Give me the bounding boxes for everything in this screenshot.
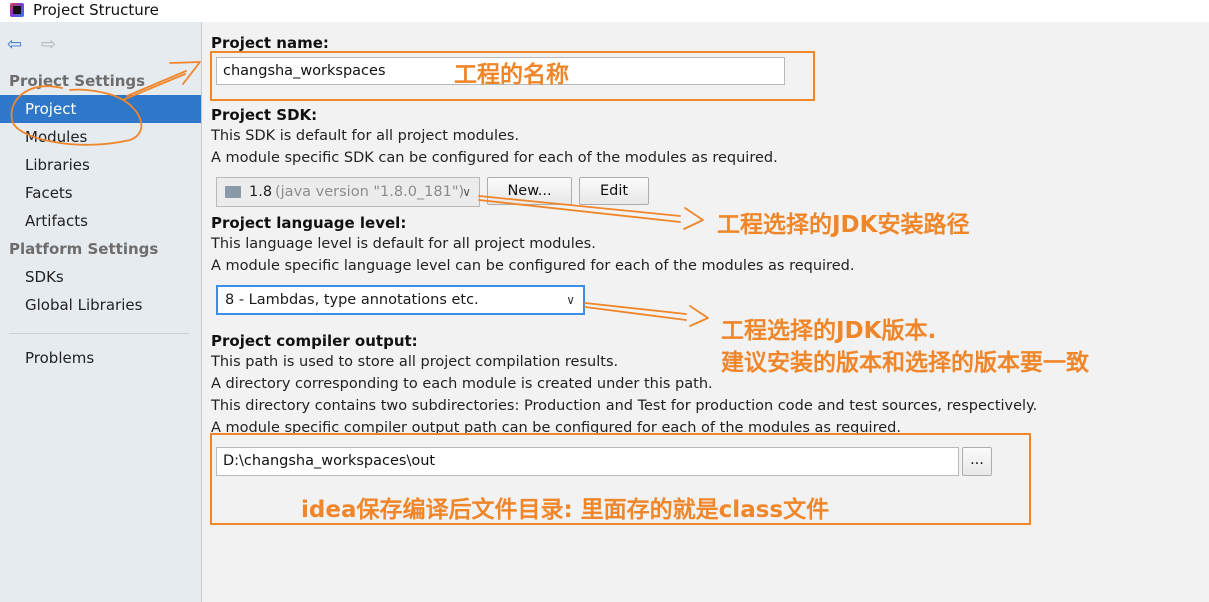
annotation-jdk-version: 工程选择的JDK版本. xyxy=(721,318,937,344)
output-description-2: A directory corresponding to each module… xyxy=(211,376,713,392)
project-sdk-label: Project SDK: xyxy=(211,106,318,124)
back-arrow-icon[interactable]: ⇦ xyxy=(7,36,22,54)
sidebar-divider xyxy=(9,333,189,334)
intellij-app-icon xyxy=(10,3,24,17)
language-level-value: 8 - Lambdas, type annotations etc. xyxy=(225,292,479,308)
new-sdk-button[interactable]: New... xyxy=(487,177,572,205)
annotation-output-dir: idea保存编译后文件目录: 里面存的就是class文件 xyxy=(301,497,830,523)
section-platform-settings: Platform Settings xyxy=(9,240,159,258)
sdk-description-2: A module specific SDK can be configured … xyxy=(211,150,778,166)
window-title: Project Structure xyxy=(33,1,159,19)
sdk-value: 1.8 xyxy=(249,184,273,200)
project-name-label: Project name: xyxy=(211,34,329,52)
sdk-description-1: This SDK is default for all project modu… xyxy=(211,128,520,144)
sidebar-item-libraries[interactable]: Libraries xyxy=(0,151,201,179)
output-description-3: This directory contains two subdirectori… xyxy=(211,398,1038,414)
annotation-project-name: 工程的名称 xyxy=(454,62,569,88)
compiler-output-label: Project compiler output: xyxy=(211,332,418,350)
sidebar-item-project[interactable]: Project xyxy=(0,95,201,123)
sidebar-item-global-libraries[interactable]: Global Libraries xyxy=(0,291,201,319)
language-description-2: A module specific language level can be … xyxy=(211,258,855,274)
sdk-version-text: (java version "1.8.0_181") xyxy=(275,184,465,200)
sidebar-item-sdks[interactable]: SDKs xyxy=(0,263,201,291)
language-level-dropdown[interactable]: 8 - Lambdas, type annotations etc. ∨ xyxy=(216,285,585,315)
title-bar: Project Structure xyxy=(0,0,1209,22)
folder-icon xyxy=(225,186,241,198)
forward-arrow-icon[interactable]: ⇨ xyxy=(41,36,56,54)
language-level-label: Project language level: xyxy=(211,214,407,232)
sidebar-item-problems[interactable]: Problems xyxy=(0,344,201,372)
sidebar-item-modules[interactable]: Modules xyxy=(0,123,201,151)
output-description-1: This path is used to store all project c… xyxy=(211,354,619,370)
sidebar-item-facets[interactable]: Facets xyxy=(0,179,201,207)
edit-sdk-button[interactable]: Edit xyxy=(579,177,649,205)
sidebar-item-artifacts[interactable]: Artifacts xyxy=(0,207,201,235)
sidebar: ⇦ ⇨ Project Settings Project Modules Lib… xyxy=(0,22,202,602)
annotation-version-advice: 建议安装的版本和选择的版本要一致 xyxy=(721,350,1089,376)
chevron-down-icon: ∨ xyxy=(566,293,575,307)
language-description-1: This language level is default for all p… xyxy=(211,236,596,252)
annotation-sdk-path: 工程选择的JDK安装路径 xyxy=(717,212,970,238)
sdk-dropdown[interactable]: 1.8 (java version "1.8.0_181") ∨ xyxy=(216,177,480,207)
chevron-down-icon: ∨ xyxy=(462,185,471,199)
section-project-settings: Project Settings xyxy=(9,72,146,90)
